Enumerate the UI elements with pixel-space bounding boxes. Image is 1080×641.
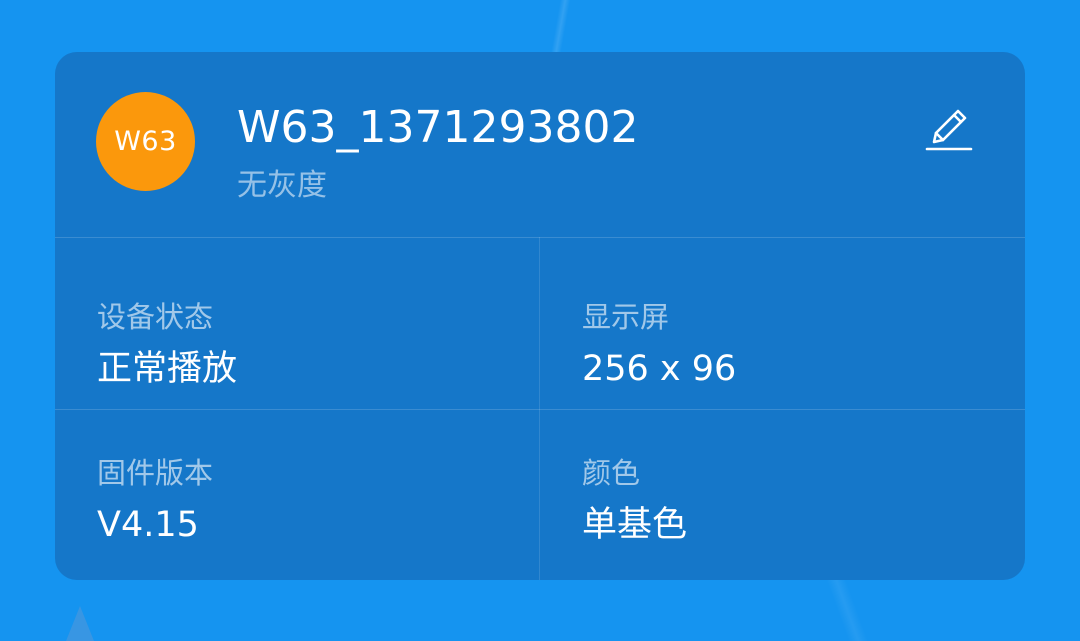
device-avatar: W63	[96, 92, 195, 191]
color-label: 颜色	[582, 456, 641, 490]
firmware-value: V4.15	[97, 505, 199, 545]
color-value: 单基色	[582, 505, 688, 545]
device-status-value: 正常播放	[97, 349, 238, 389]
device-status-label: 设备状态	[97, 300, 214, 334]
background-decoration	[66, 606, 94, 641]
divider	[539, 237, 540, 580]
display-value: 256 x 96	[582, 349, 737, 389]
device-name: W63_1371293802	[237, 102, 639, 153]
device-grayscale-info: 无灰度	[237, 168, 327, 203]
device-header: W63 W63_1371293802 无灰度	[55, 52, 1025, 237]
edit-device-button[interactable]	[921, 102, 977, 158]
pencil-edit-icon	[925, 109, 973, 151]
display-label: 显示屏	[582, 300, 670, 334]
firmware-label: 固件版本	[97, 456, 214, 490]
background-decoration	[540, 0, 580, 60]
divider	[55, 409, 1025, 410]
device-info-card: W63 W63_1371293802 无灰度 设备状态 正常播放 显示屏 256…	[55, 52, 1025, 580]
divider	[55, 237, 1025, 238]
